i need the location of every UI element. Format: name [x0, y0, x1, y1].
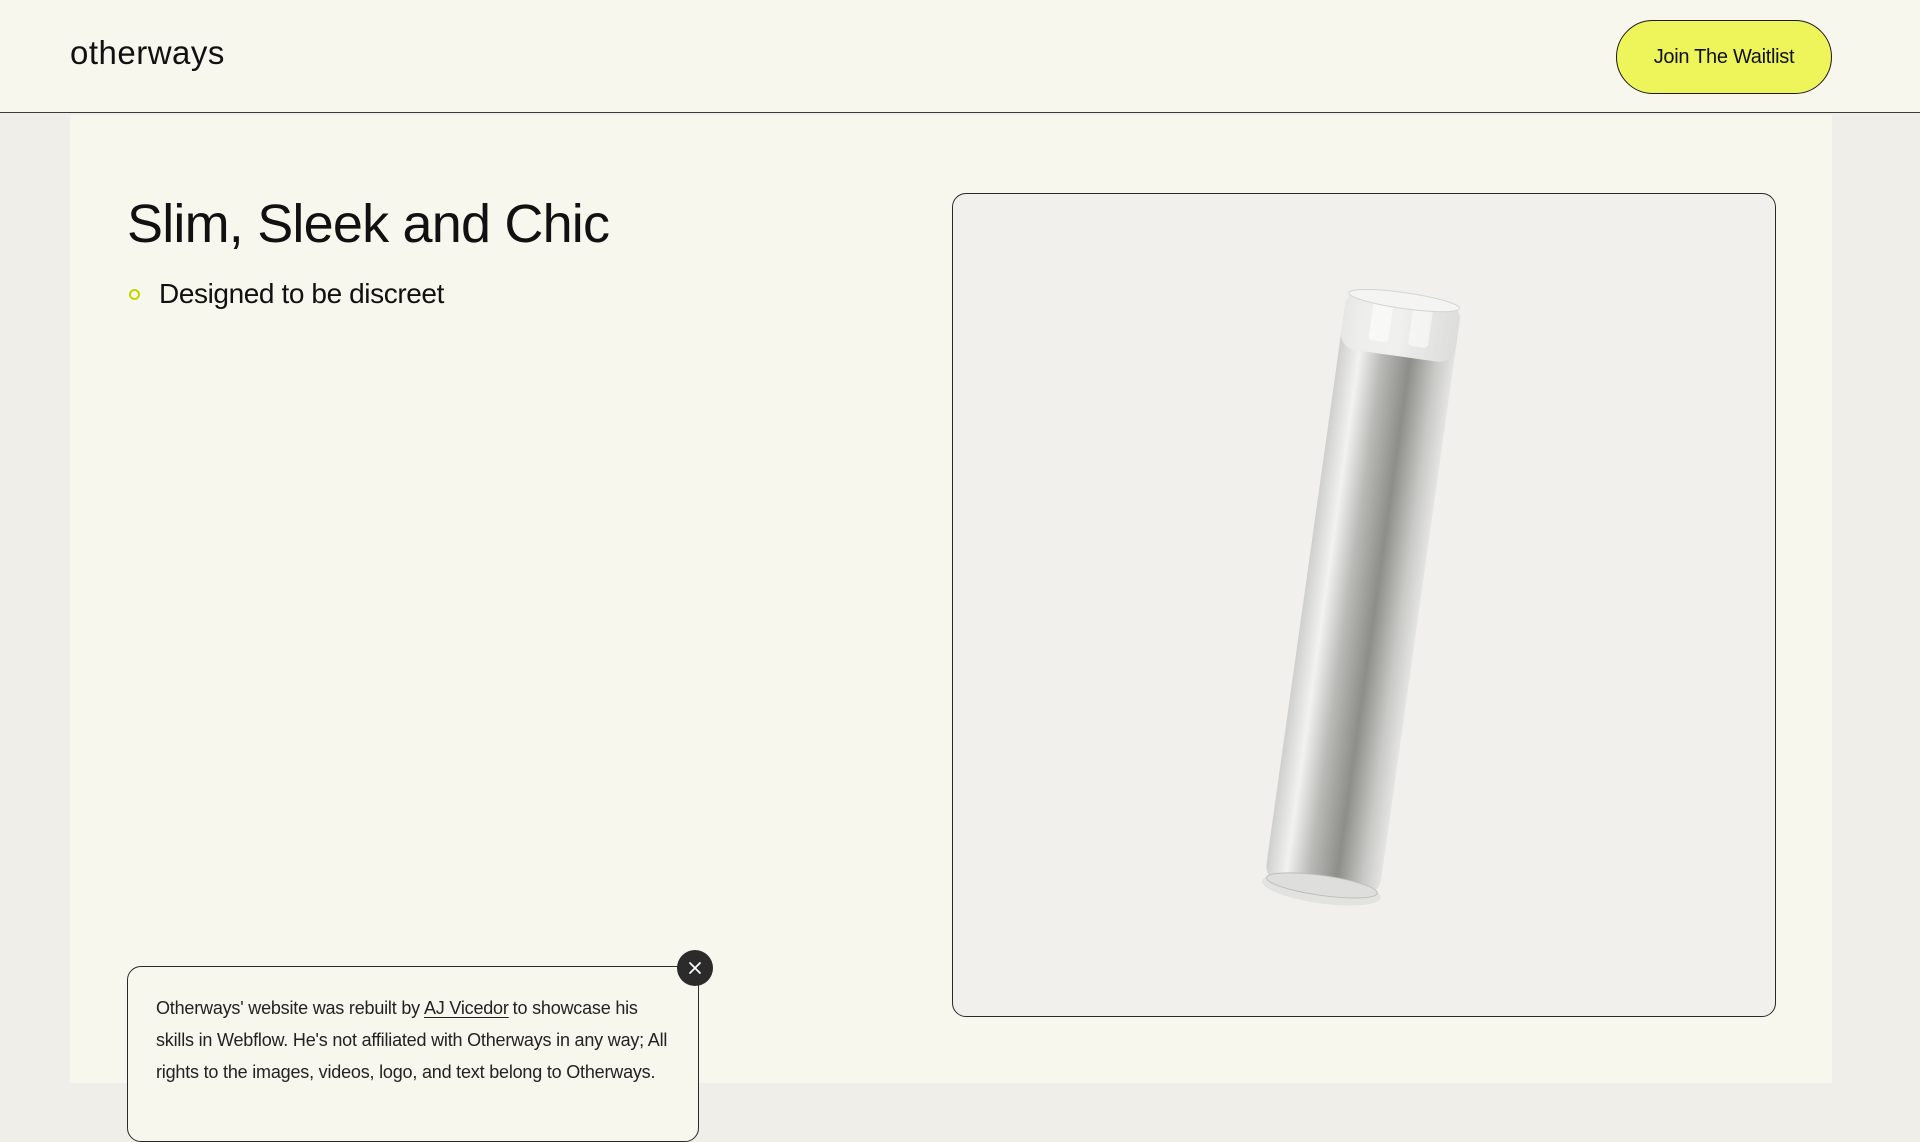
author-link[interactable]: AJ Vicedor: [424, 998, 509, 1018]
join-waitlist-button[interactable]: Join The Waitlist: [1616, 20, 1832, 94]
feature-bullet-text: Designed to be discreet: [159, 278, 444, 309]
close-notice-button[interactable]: [677, 950, 713, 986]
section-heading: Slim, Sleek and Chic: [127, 194, 610, 254]
main-section: Slim, Sleek and Chic Designed to be disc…: [70, 115, 1832, 1142]
notice-text-before: Otherways' website was rebuilt by: [156, 998, 420, 1018]
product-device-image: [1262, 289, 1460, 906]
site-header: otherways Join The Waitlist: [0, 0, 1920, 113]
logo[interactable]: otherways: [70, 34, 225, 72]
product-image-frame: [952, 193, 1776, 1017]
close-icon: [689, 962, 701, 974]
bullet-dot-icon: [129, 288, 140, 300]
disclaimer-notice: Otherways' website was rebuilt by AJ Vice…: [127, 966, 699, 1142]
feature-bullet: Designed to be discreet: [127, 278, 444, 310]
